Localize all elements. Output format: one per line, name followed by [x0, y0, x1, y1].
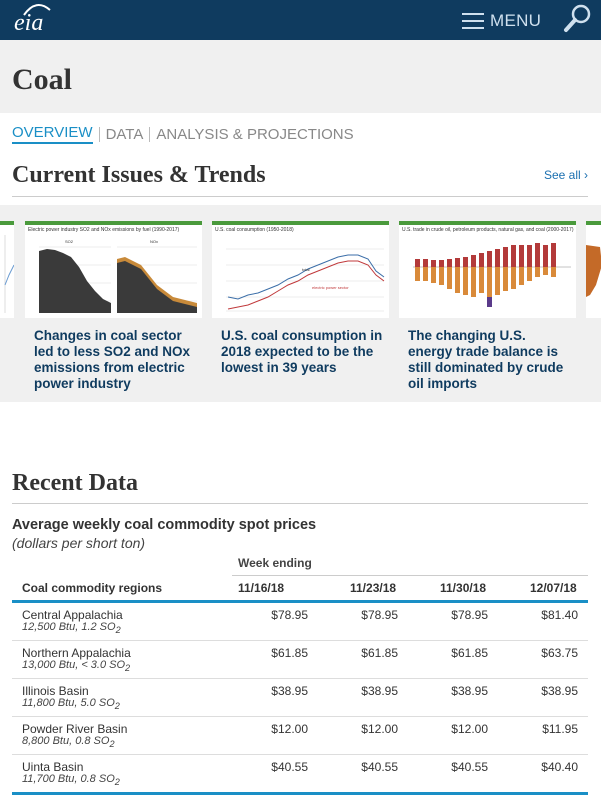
map-thumbnail-icon	[586, 245, 601, 297]
table-subtitle: (dollars per short ton)	[12, 535, 146, 551]
price-cell: $40.55	[451, 760, 488, 774]
table-row: Uinta Basin 11,700 Btu, 0.8 SO2 $40.55 $…	[12, 755, 588, 793]
svg-text:NOx: NOx	[150, 239, 158, 244]
trends-divider	[12, 196, 588, 197]
price-cell: $38.95	[271, 684, 308, 698]
trend-card-headline[interactable]: Changes in coal sector led to less SO2 a…	[34, 328, 199, 392]
price-cell: $78.95	[361, 608, 398, 622]
trends-heading: Current Issues & Trends	[12, 162, 266, 188]
see-all-link[interactable]: See all ›	[544, 168, 588, 182]
table-footer-rule	[12, 792, 588, 795]
search-icon[interactable]	[562, 2, 594, 34]
trend-card-partial-left[interactable]	[0, 221, 14, 318]
tab-divider	[98, 126, 100, 142]
emissions-chart-icon: SO2 NOx	[39, 239, 197, 313]
week-heading-rule	[232, 575, 588, 576]
svg-text:electric power sector: electric power sector	[312, 285, 349, 290]
recent-data-divider	[12, 503, 588, 504]
price-cell: $12.00	[271, 722, 308, 736]
price-cell: $38.95	[361, 684, 398, 698]
recent-data-heading: Recent Data	[12, 470, 138, 496]
tab-divider	[149, 126, 151, 142]
price-cell: $63.75	[541, 646, 578, 660]
table-row: Powder River Basin 8,800 Btu, 0.8 SO2 $1…	[12, 717, 588, 755]
region-name[interactable]: Central Appalachia	[22, 608, 123, 622]
region-spec: 11,700 Btu, 0.8 SO2	[22, 773, 120, 788]
trend-card-headline[interactable]: U.S. coal consumption in 2018 expected t…	[221, 328, 386, 376]
trend-card-thumbnail: Electric power industry SO2 and NOx emis…	[25, 221, 202, 318]
hamburger-icon	[462, 13, 484, 29]
region-spec: 12,500 Btu, 1.2 SO2	[22, 621, 121, 636]
tab-data[interactable]: DATA	[106, 126, 144, 143]
price-cell: $12.00	[451, 722, 488, 736]
price-cell: $61.85	[451, 646, 488, 660]
logo-text: eia	[14, 10, 44, 36]
region-spec: 8,800 Btu, 0.8 SO2	[22, 735, 115, 750]
week-ending-heading: Week ending	[238, 556, 312, 570]
week-column-header: 11/23/18	[350, 581, 397, 595]
table-row: Northern Appalachia 13,000 Btu, < 3.0 SO…	[12, 641, 588, 679]
trade-chart-icon	[413, 243, 571, 307]
region-name[interactable]: Illinois Basin	[22, 684, 89, 698]
price-cell: $61.85	[271, 646, 308, 660]
section-tabs: OVERVIEW DATA ANALYSIS & PROJECTIONS	[12, 124, 354, 144]
region-spec: 13,000 Btu, < 3.0 SO2	[22, 659, 131, 674]
eia-logo[interactable]: eia	[12, 2, 52, 36]
price-cell: $40.55	[271, 760, 308, 774]
price-cell: $38.95	[541, 684, 578, 698]
trend-card-thumbnail	[0, 221, 14, 318]
trend-card-thumbnail: U.S. coal consumption (1950-2018) total …	[212, 221, 389, 318]
top-bar: eia MENU	[0, 0, 601, 40]
consumption-chart-icon: total electric power sector	[226, 248, 385, 312]
menu-button[interactable]: MENU	[462, 9, 541, 33]
trend-card-partial-right[interactable]	[586, 221, 601, 318]
svg-text:total: total	[302, 267, 310, 272]
tab-overview[interactable]: OVERVIEW	[12, 124, 93, 144]
price-cell: $61.85	[361, 646, 398, 660]
price-cell: $81.40	[541, 608, 578, 622]
title-band	[0, 40, 601, 113]
region-column-header: Coal commodity regions	[22, 581, 163, 595]
trend-card-consumption[interactable]: U.S. coal consumption (1950-2018) total …	[212, 221, 389, 376]
region-name[interactable]: Northern Appalachia	[22, 646, 131, 660]
price-cell: $40.40	[541, 760, 578, 774]
price-cell: $78.95	[451, 608, 488, 622]
trend-card-thumbnail: U.S. trade in crude oil, petroleum produ…	[399, 221, 576, 318]
table-row: Central Appalachia 12,500 Btu, 1.2 SO2 $…	[12, 603, 588, 641]
trend-card-thumbnail	[586, 221, 601, 318]
price-cell: $78.95	[271, 608, 308, 622]
chart-thumbnail-icon	[0, 225, 14, 318]
price-cell: $11.95	[542, 722, 578, 736]
price-cell: $38.95	[451, 684, 488, 698]
trends-carousel[interactable]: Electric power industry SO2 and NOx emis…	[0, 205, 601, 402]
week-column-header: 12/07/18	[530, 581, 577, 595]
trend-card-energy-trade[interactable]: U.S. trade in crude oil, petroleum produ…	[399, 221, 576, 392]
week-column-header: 11/16/18	[238, 581, 285, 595]
svg-text:SO2: SO2	[65, 239, 74, 244]
trend-card-emissions[interactable]: Electric power industry SO2 and NOx emis…	[25, 221, 202, 392]
region-name[interactable]: Powder River Basin	[22, 722, 127, 736]
week-column-header: 11/30/18	[440, 581, 487, 595]
page-title: Coal	[12, 63, 72, 96]
region-name[interactable]: Uinta Basin	[22, 760, 83, 774]
table-row: Illinois Basin 11,800 Btu, 5.0 SO2 $38.9…	[12, 679, 588, 717]
region-spec: 11,800 Btu, 5.0 SO2	[22, 697, 120, 712]
trend-card-headline[interactable]: The changing U.S. energy trade balance i…	[408, 328, 573, 392]
table-title: Average weekly coal commodity spot price…	[12, 517, 317, 533]
price-cell: $12.00	[361, 722, 398, 736]
menu-label: MENU	[490, 11, 542, 30]
price-cell: $40.55	[361, 760, 398, 774]
tab-analysis-projections[interactable]: ANALYSIS & PROJECTIONS	[156, 126, 353, 143]
